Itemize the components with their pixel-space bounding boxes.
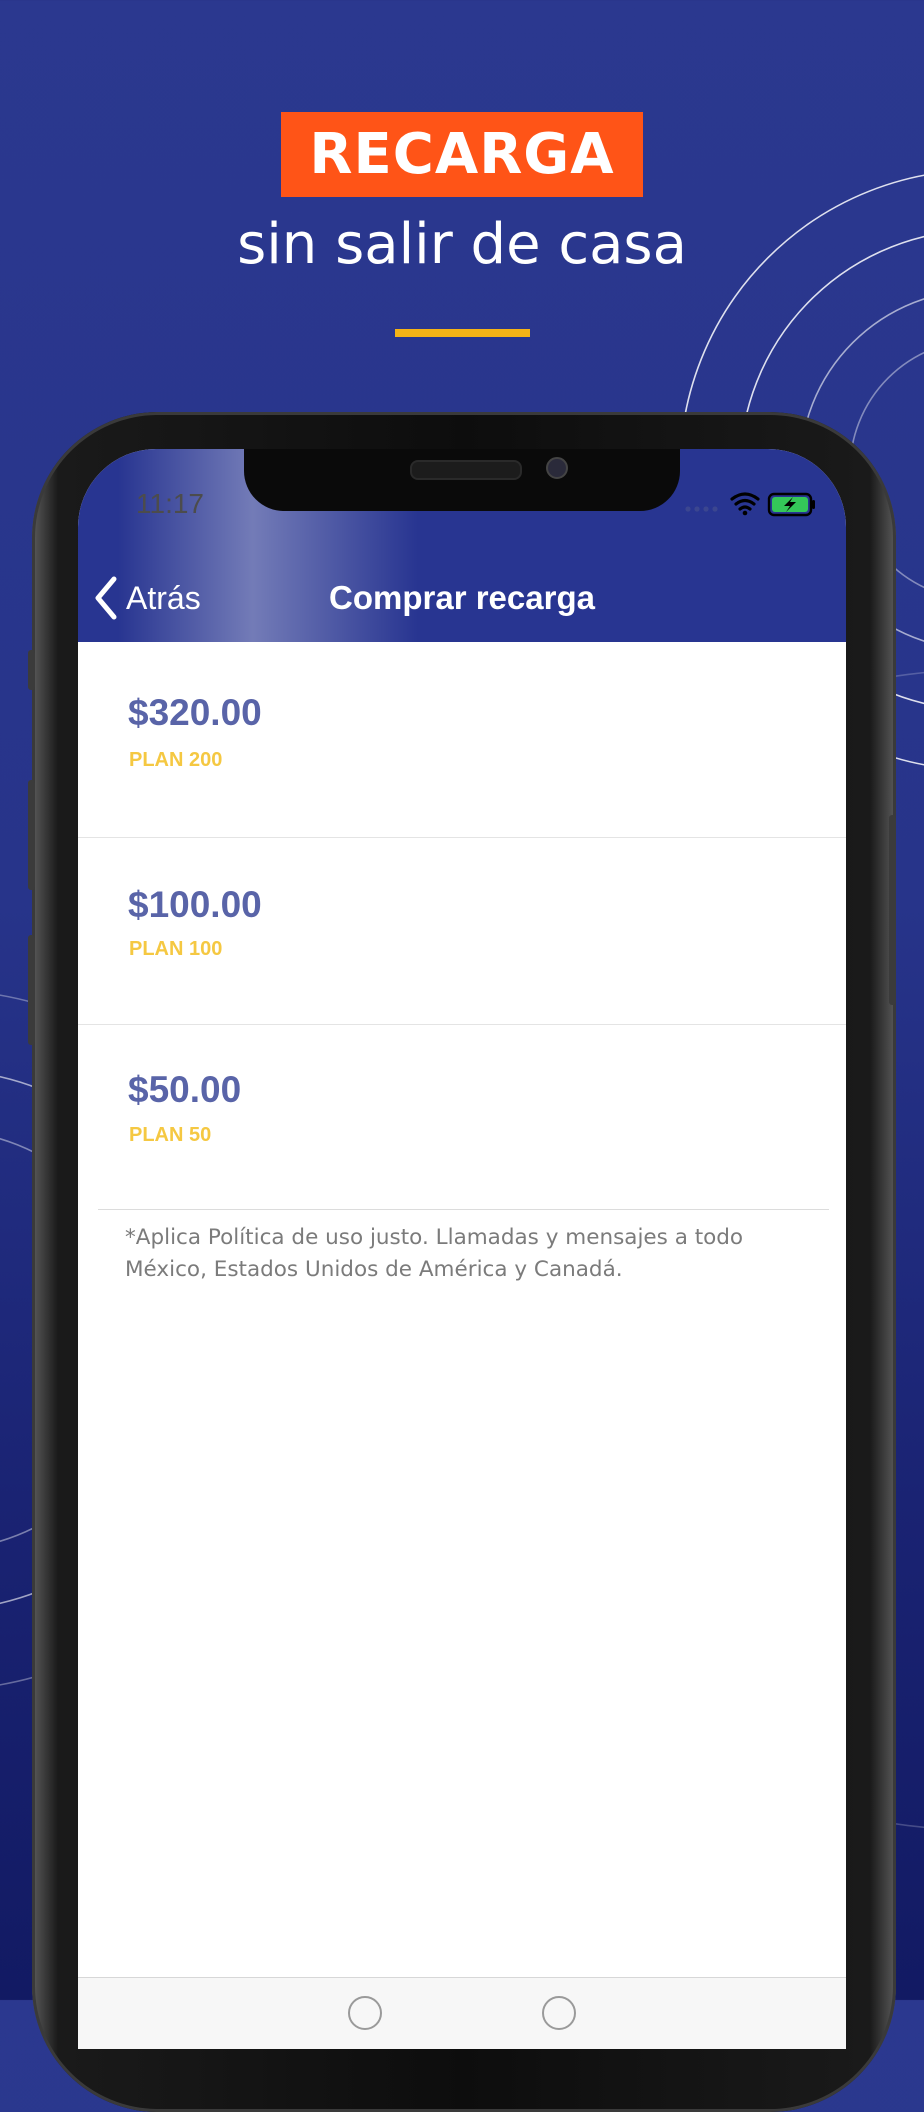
accent-divider [395,329,530,337]
bottom-bar [78,1977,846,2049]
phone-screen: 11:17 Atrás Comprar recarga $320.00 PLAN… [78,449,846,2049]
phone-side-button [28,650,35,690]
plan-list: $320.00 PLAN 200 $100.00 PLAN 100 $50.00… [78,642,846,1209]
phone-volume-down-button [28,935,35,1045]
tab-icon-left[interactable] [348,1996,382,2030]
plan-row-50[interactable]: $50.00 PLAN 50 [78,1025,846,1209]
plan-name: PLAN 50 [129,1124,212,1146]
plan-row-200[interactable]: $320.00 PLAN 200 [78,642,846,838]
plan-name: PLAN 200 [129,749,223,771]
back-label: Atrás [126,579,201,616]
plan-name: PLAN 100 [129,938,223,960]
list-divider [98,1209,829,1210]
status-icons [685,492,815,517]
front-camera [546,457,568,479]
status-time: 11:17 [136,488,204,519]
fair-use-disclaimer: *Aplica Política de uso justo. Llamadas … [125,1225,744,1282]
recarga-badge: RECARGA [281,112,643,197]
speaker-grille [410,460,522,480]
plan-price: $100.00 [128,884,262,925]
battery-charging-icon [767,492,815,517]
plan-row-100[interactable]: $100.00 PLAN 100 [78,838,846,1025]
phone-notch [244,449,680,511]
promo-subtitle: sin salir de casa [237,212,687,277]
back-button[interactable]: Atrás [92,573,201,623]
phone-power-button [889,815,896,1005]
signal-dots-icon [685,506,718,512]
tab-icon-right[interactable] [542,1996,576,2030]
chevron-left-icon [95,576,117,620]
plan-price: $320.00 [128,692,262,733]
phone-volume-up-button [28,780,35,890]
plan-price: $50.00 [128,1069,242,1110]
wifi-icon [730,492,760,516]
